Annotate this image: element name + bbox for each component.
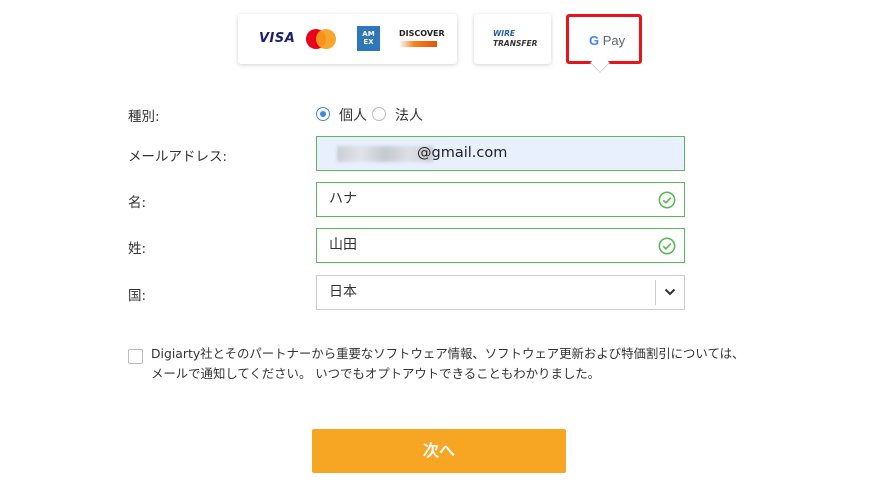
email-label: メールアドレス: [128, 149, 228, 165]
country-select[interactable]: 日本 [316, 275, 685, 310]
email-field[interactable]: @gmail.com [316, 136, 685, 171]
consent-checkbox[interactable] [128, 349, 143, 364]
consent-text: Digiarty社とそのパートナーから重要なソフトウェア情報、ソフトウェア更新お… [151, 346, 745, 381]
radio-corporate[interactable] [372, 107, 386, 121]
select-divider [655, 280, 656, 305]
mastercard-logo [306, 29, 336, 49]
chevron-down-icon[interactable] [663, 285, 677, 299]
radio-corporate-label[interactable]: 法人 [395, 105, 423, 125]
discover-stripe [399, 41, 437, 47]
first-name-value: ハナ [329, 191, 357, 207]
valid-check-icon [658, 191, 676, 209]
visa-logo: VISA [259, 31, 296, 46]
wire-transfer-option[interactable]: WIRE TRANSFER [474, 14, 551, 64]
card-payment-option[interactable]: VISA AM EX DISCOVER [238, 14, 457, 64]
country-label: 国: [128, 288, 147, 304]
discover-logo: DISCOVER [399, 29, 445, 38]
google-pay-logo: G Pay [589, 33, 626, 48]
email-value: @gmail.com [417, 145, 508, 161]
valid-check-icon [658, 237, 676, 255]
last-name-value: 山田 [329, 237, 357, 253]
amex-logo: AM EX [357, 26, 380, 51]
last-name-label: 姓: [128, 241, 147, 257]
type-label: 種別: [128, 109, 160, 125]
last-name-field[interactable]: 山田 [316, 228, 685, 263]
first-name-label: 名: [128, 195, 147, 211]
country-value: 日本 [329, 284, 357, 300]
wire-transfer-logo: WIRE TRANSFER [493, 29, 538, 48]
next-button[interactable]: 次へ [312, 429, 566, 473]
first-name-field[interactable]: ハナ [316, 182, 685, 217]
radio-individual-label[interactable]: 個人 [339, 105, 367, 125]
radio-individual[interactable] [316, 107, 330, 121]
